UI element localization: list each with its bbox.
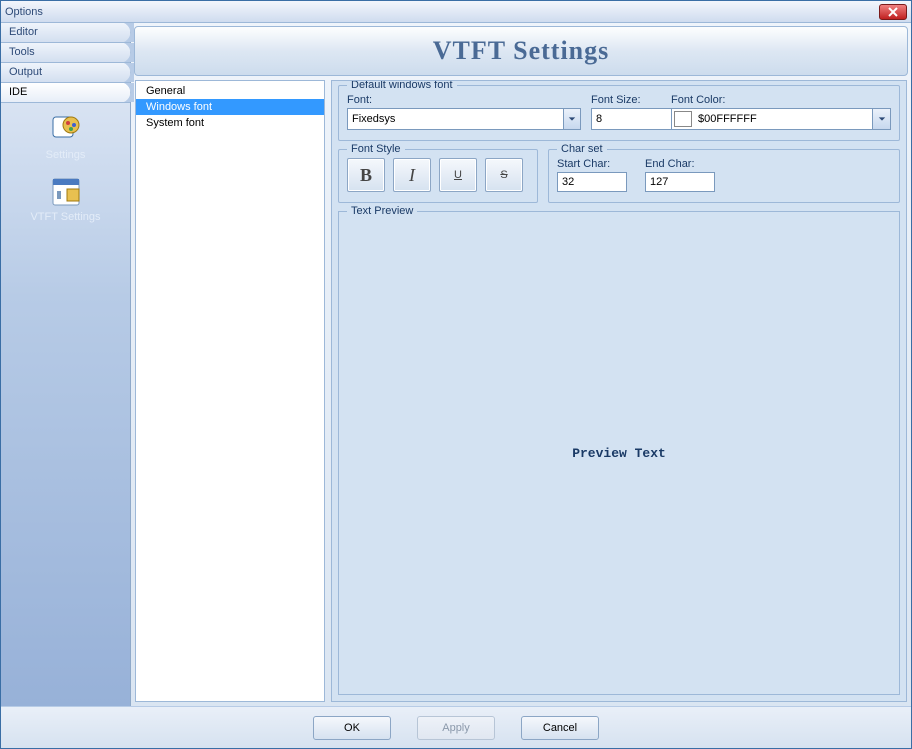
- start-char-input[interactable]: [557, 172, 627, 192]
- chevron-down-icon[interactable]: [563, 108, 581, 130]
- tree-item-windows-font[interactable]: Windows font: [136, 99, 324, 115]
- font-style-group: Font Style B I U S: [338, 149, 538, 203]
- main: VTFT Settings General Windows font Syste…: [131, 23, 911, 706]
- apply-button[interactable]: Apply: [417, 716, 495, 740]
- end-char-label: End Char:: [645, 158, 715, 170]
- tree-item-system-font[interactable]: System font: [136, 115, 324, 131]
- cancel-button[interactable]: Cancel: [521, 716, 599, 740]
- font-input[interactable]: [347, 108, 563, 130]
- default-font-group: Default windows font Font: Font Size:: [338, 85, 900, 141]
- charset-legend: Char set: [557, 143, 607, 155]
- titlebar: Options: [1, 1, 911, 23]
- tree-item-general[interactable]: General: [136, 83, 324, 99]
- italic-button[interactable]: I: [393, 158, 431, 192]
- font-label: Font:: [347, 94, 581, 106]
- font-combo[interactable]: [347, 108, 581, 130]
- bold-button[interactable]: B: [347, 158, 385, 192]
- font-color-combo[interactable]: [671, 108, 891, 130]
- content: General Windows font System font Default…: [131, 76, 911, 706]
- font-color-input[interactable]: [694, 109, 872, 129]
- text-preview-group: Text Preview Preview Text: [338, 211, 900, 695]
- close-icon: [888, 7, 898, 17]
- default-font-legend: Default windows font: [347, 80, 457, 91]
- sidebar-item-label: Settings: [46, 149, 86, 161]
- settings-tree: General Windows font System font: [135, 80, 325, 702]
- color-swatch: [674, 111, 692, 127]
- sidebar-item-settings[interactable]: Settings: [23, 113, 109, 161]
- sidebar-tab-ide[interactable]: IDE: [1, 83, 130, 103]
- settings-icon: [49, 113, 83, 147]
- sidebar-icons: Settings VTFT Settings: [1, 103, 130, 706]
- sidebar-item-label: VTFT Settings: [30, 211, 100, 223]
- start-char-label: Start Char:: [557, 158, 627, 170]
- underline-button[interactable]: U: [439, 158, 477, 192]
- end-char-input[interactable]: [645, 172, 715, 192]
- page-title: VTFT Settings: [433, 36, 610, 66]
- window-title: Options: [5, 6, 879, 18]
- text-preview-legend: Text Preview: [347, 205, 417, 217]
- preview-text: Preview Text: [572, 446, 666, 461]
- sidebar-tab-editor[interactable]: Editor: [1, 23, 130, 43]
- sidebar: Editor Tools Output IDE Settings VTFT Se…: [1, 23, 131, 706]
- sidebar-tab-tools[interactable]: Tools: [1, 43, 130, 63]
- page-header: VTFT Settings: [134, 26, 908, 76]
- close-button[interactable]: [879, 4, 907, 20]
- ok-button[interactable]: OK: [313, 716, 391, 740]
- font-size-label: Font Size:: [591, 94, 661, 106]
- sidebar-tab-output[interactable]: Output: [1, 63, 130, 83]
- sidebar-item-vtft-settings[interactable]: VTFT Settings: [23, 175, 109, 223]
- options-window: Options Editor Tools Output IDE Settings: [0, 0, 912, 749]
- vtft-settings-icon: [49, 175, 83, 209]
- font-color-label: Font Color:: [671, 94, 891, 106]
- footer: OK Apply Cancel: [1, 706, 911, 748]
- chevron-down-icon[interactable]: [872, 109, 890, 129]
- charset-group: Char set Start Char: End Char:: [548, 149, 900, 203]
- settings-panel: Default windows font Font: Font Size:: [331, 80, 907, 702]
- font-size-combo[interactable]: [591, 108, 661, 130]
- body: Editor Tools Output IDE Settings VTFT Se…: [1, 23, 911, 706]
- font-style-legend: Font Style: [347, 143, 405, 155]
- strike-button[interactable]: S: [485, 158, 523, 192]
